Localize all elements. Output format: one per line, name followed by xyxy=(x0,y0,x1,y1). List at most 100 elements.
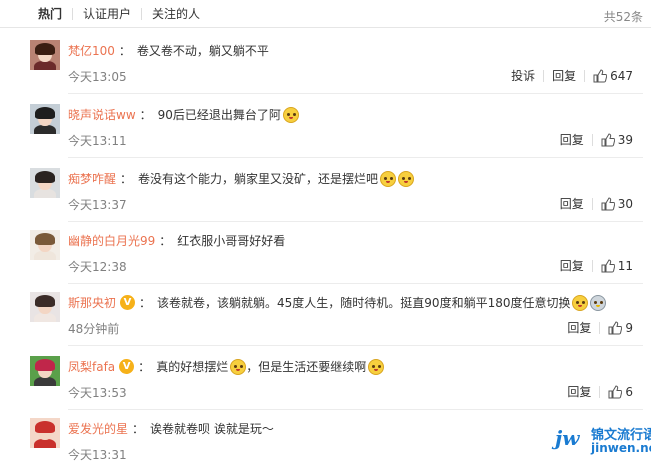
like-count: 6 xyxy=(625,384,633,399)
comment-content: 爱发光的星 ： 诶卷就卷呗 诶就是玩～ xyxy=(68,420,274,437)
divider xyxy=(543,69,545,82)
comment-item: 痴梦咋醒 ： 卷没有这个能力，躺家里又没矿，还是摆烂吧 今天13:37 回复 30 xyxy=(0,158,651,222)
username-link[interactable]: 晓声说话ww xyxy=(68,106,136,123)
comment-item: 斯那央初 V： 该卷就卷，该躺就躺。45度人生，随时待机。挺直90度和躺平180度任… xyxy=(0,282,651,346)
reply-button[interactable]: 回复 xyxy=(567,383,591,400)
username-link[interactable]: 斯那央初 xyxy=(68,294,116,311)
like-button[interactable]: 9 xyxy=(608,321,633,335)
comment-actions: 回复 6 xyxy=(567,383,633,400)
like-count: 11 xyxy=(617,258,633,273)
comment-time: 今天13:11 xyxy=(68,134,127,148)
colon-separator: ： xyxy=(139,296,152,310)
reply-button[interactable]: 回复 xyxy=(560,257,584,274)
thumbs-up-icon xyxy=(601,132,615,147)
avatar-hair xyxy=(35,107,55,119)
tab-following[interactable]: 关注的人 xyxy=(141,7,210,20)
colon-separator: ： xyxy=(139,108,152,122)
avatar-hair xyxy=(35,359,55,371)
watermark-logo: jw 锦文流行语 jinwen.net xyxy=(555,422,651,458)
like-count: 30 xyxy=(617,196,633,211)
comment-content: 幽静的白月光99 ： 红衣服小哥哥好好看 xyxy=(68,232,285,249)
comment-tabs: 热门 认证用户 关注的人 共52条 xyxy=(0,0,651,28)
comment-text: 90后已经退出舞台了阿 xyxy=(157,108,281,122)
colon-separator: ： xyxy=(120,172,133,186)
avatar-body xyxy=(34,251,56,260)
comment-content: 痴梦咋醒 ： 卷没有这个能力，躺家里又没矿，还是摆烂吧 xyxy=(68,170,415,187)
like-button[interactable]: 647 xyxy=(593,69,633,83)
emoji-face-icon xyxy=(230,358,247,375)
like-button[interactable]: 39 xyxy=(601,133,633,147)
username-link[interactable]: 梵亿100 xyxy=(68,42,115,59)
like-count: 9 xyxy=(625,320,633,335)
comment-time: 今天13:37 xyxy=(68,198,127,212)
avatar-body xyxy=(34,125,56,134)
thumbs-up-icon xyxy=(608,320,623,335)
like-button[interactable]: 6 xyxy=(608,385,633,399)
like-button[interactable]: 11 xyxy=(601,259,633,273)
comment-text: 真的好想摆烂 xyxy=(156,360,229,374)
avatar-hair xyxy=(35,295,55,307)
comment-item: 梵亿100： 卷又卷不动，躺又躺不平 今天13:05 投诉 回复 647 xyxy=(0,30,651,94)
avatar[interactable] xyxy=(30,418,60,448)
divider xyxy=(584,69,586,82)
comment-time: 今天12:38 xyxy=(68,260,127,274)
verified-badge-icon: V xyxy=(119,359,135,374)
reply-button[interactable]: 回复 xyxy=(560,195,584,212)
comment-actions: 回复 9 xyxy=(567,319,633,336)
comment-count: 共52条 xyxy=(603,10,643,24)
reply-button[interactable]: 回复 xyxy=(552,67,576,84)
comment-content: 斯那央初 V： 该卷就卷，该躺就躺。45度人生，随时待机。挺直90度和躺平180度任… xyxy=(68,294,607,311)
avatar[interactable] xyxy=(30,292,60,322)
tab-verified-users[interactable]: 认证用户 xyxy=(72,7,141,20)
comment-actions: 投诉 回复 647 xyxy=(511,67,633,84)
emoji-face-icon xyxy=(368,358,385,375)
avatar-body xyxy=(34,313,56,322)
divider xyxy=(599,385,601,398)
comment-text: 卷没有这个能力，躺家里又没矿，还是摆烂吧 xyxy=(138,172,379,186)
username-link[interactable]: 幽静的白月光99 xyxy=(68,232,155,249)
comment-content: 梵亿100： 卷又卷不动，躺又躺不平 xyxy=(68,42,269,59)
avatar[interactable] xyxy=(30,104,60,134)
avatar-body xyxy=(34,377,56,386)
like-button[interactable]: 30 xyxy=(601,197,633,211)
avatar-hair xyxy=(35,43,55,55)
emoji-face-icon xyxy=(380,170,397,187)
report-button[interactable]: 投诉 xyxy=(511,67,535,84)
divider xyxy=(591,197,593,210)
avatar[interactable] xyxy=(30,168,60,198)
avatar-body xyxy=(34,189,56,198)
divider xyxy=(599,321,601,334)
avatar-hair xyxy=(35,233,55,245)
divider xyxy=(591,259,593,272)
avatar[interactable] xyxy=(30,230,60,260)
comment-item: 爱发光的星 ： 诶卷就卷呗 诶就是玩～ 今天13:31 xyxy=(0,408,651,464)
comment-actions: 回复 11 xyxy=(560,257,633,274)
username-link[interactable]: 凤梨fafa xyxy=(68,358,115,375)
thumbs-up-icon xyxy=(601,258,615,273)
like-count: 647 xyxy=(610,68,633,83)
avatar[interactable] xyxy=(30,356,60,386)
colon-separator: ： xyxy=(118,44,131,58)
tab-hot[interactable]: 热门 xyxy=(38,8,72,20)
reply-button[interactable]: 回复 xyxy=(567,319,591,336)
watermark-url: jinwen.net xyxy=(591,441,651,455)
comment-item: 凤梨fafa V： 真的好想摆烂 ，但是生活还要继续啊 今天13:53 回复 6 xyxy=(0,346,651,410)
avatar[interactable] xyxy=(30,40,60,70)
emoji-face-icon xyxy=(572,294,589,311)
comment-text: 诶卷就卷呗 诶就是玩～ xyxy=(150,422,274,436)
comment-time: 今天13:05 xyxy=(68,70,127,84)
avatar-hair xyxy=(35,171,55,183)
verified-badge-icon: V xyxy=(120,295,136,310)
colon-separator: ： xyxy=(132,422,145,436)
username-link[interactable]: 痴梦咋醒 xyxy=(68,170,116,187)
username-link[interactable]: 爱发光的星 xyxy=(68,420,128,437)
reply-button[interactable]: 回复 xyxy=(560,131,584,148)
comment-time: 今天13:31 xyxy=(68,448,127,462)
comment-actions: 回复 30 xyxy=(560,195,633,212)
comment-time: 今天13:53 xyxy=(68,386,127,400)
like-count: 39 xyxy=(617,132,633,147)
comment-actions: 回复 39 xyxy=(560,131,633,148)
emoji-robot-icon xyxy=(590,294,607,311)
thumbs-up-icon xyxy=(608,384,623,399)
comment-text: 卷又卷不动，躺又躺不平 xyxy=(136,44,269,58)
